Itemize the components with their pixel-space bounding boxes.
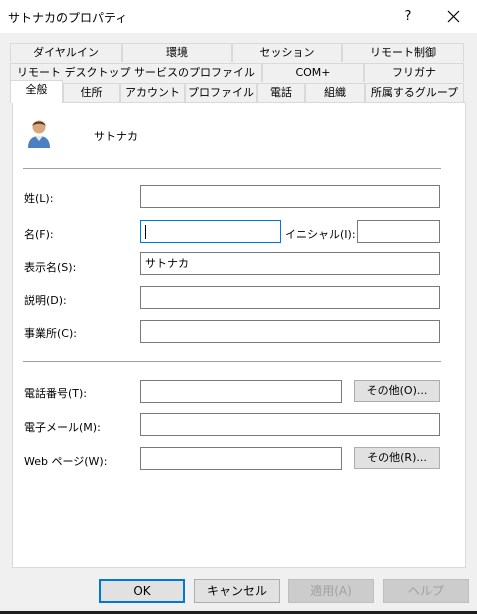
tab-member-of[interactable]: 所属するグループ (365, 83, 464, 102)
user-display-name: サトナカ (94, 130, 138, 143)
cancel-button[interactable]: キャンセル (194, 579, 280, 603)
separator-middle (23, 361, 441, 362)
last-name-field[interactable] (140, 185, 440, 208)
phone-field[interactable] (140, 380, 342, 403)
tab-organization[interactable]: 組織 (305, 83, 365, 102)
help-icon[interactable]: ? (398, 7, 418, 27)
tab-com-plus[interactable]: COM+ (262, 63, 364, 82)
phone-label: 電話番号(T): (24, 387, 88, 400)
webpage-other-button[interactable]: その他(R)... (354, 447, 440, 469)
help-button[interactable]: ヘルプ (383, 579, 469, 603)
apply-button[interactable]: 適用(A) (288, 579, 374, 603)
email-field[interactable] (140, 413, 440, 436)
close-icon[interactable] (443, 6, 465, 28)
phone-other-button[interactable]: その他(O)... (354, 380, 440, 402)
tab-remote-control[interactable]: リモート制御 (342, 43, 464, 62)
office-field[interactable] (140, 320, 440, 343)
first-name-label: 名(F): (24, 228, 54, 241)
user-icon (25, 117, 53, 149)
initials-field[interactable] (357, 220, 440, 243)
tab-sessions[interactable]: セッション (232, 43, 342, 62)
last-name-label: 姓(L): (24, 192, 54, 205)
ok-button[interactable]: OK (99, 579, 185, 603)
text-caret (145, 225, 146, 239)
description-field[interactable] (140, 286, 440, 309)
email-label: 電子メール(M): (24, 421, 101, 434)
tab-furigana[interactable]: フリガナ (364, 63, 464, 82)
office-label: 事業所(C): (24, 327, 77, 340)
title-bar: サトナカのプロパティ ? (0, 0, 477, 33)
webpage-field[interactable] (140, 447, 342, 470)
separator-top (23, 168, 441, 169)
initials-label: イニシャル(I): (285, 228, 356, 241)
description-label: 説明(D): (24, 294, 67, 307)
tab-dialin[interactable]: ダイヤルイン (10, 43, 122, 62)
display-name-label: 表示名(S): (24, 261, 77, 274)
display-name-field[interactable]: サトナカ (140, 252, 440, 275)
tab-account[interactable]: アカウント (120, 83, 185, 102)
tab-environment[interactable]: 環境 (122, 43, 232, 62)
tab-address[interactable]: 住所 (63, 83, 120, 102)
tab-profile[interactable]: プロファイル (185, 83, 257, 102)
window-title: サトナカのプロパティ (8, 11, 128, 25)
webpage-label: Web ページ(W): (24, 455, 108, 468)
tab-telephones[interactable]: 電話 (257, 83, 305, 102)
tab-general[interactable]: 全般 (10, 80, 63, 103)
first-name-field[interactable] (140, 220, 281, 243)
